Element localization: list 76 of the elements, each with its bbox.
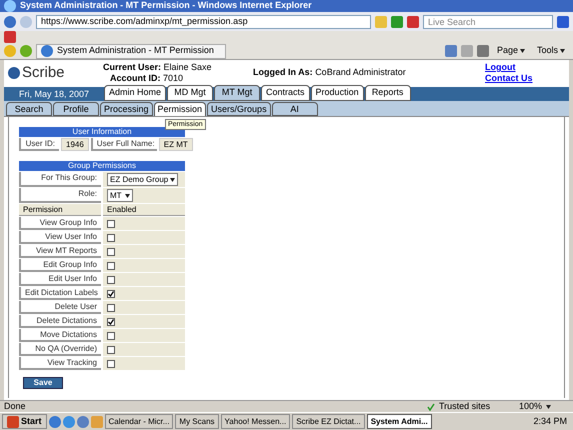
sub-tab[interactable]: AI: [272, 102, 318, 116]
caret-icon: [560, 49, 565, 53]
logo-text: Scribe: [22, 63, 65, 83]
field-label: User ID:: [19, 138, 59, 151]
logged-in-text: Logged In As: CoBrand Administrator: [253, 66, 407, 79]
account-id-text: Account ID: 7010: [109, 73, 184, 84]
checkbox[interactable]: [107, 290, 115, 298]
checkbox[interactable]: [107, 332, 115, 340]
column-header: Permission: [19, 204, 101, 216]
field-label: User Full Name:: [90, 138, 157, 151]
command-menu[interactable]: Page: [492, 44, 529, 58]
browser-tab[interactable]: System Administration - MT Permission: [36, 44, 226, 58]
caret-icon: [520, 49, 525, 53]
header-link[interactable]: Contact Us: [485, 73, 533, 84]
section-header: Group Permissions: [19, 161, 185, 171]
column-header: Enabled: [103, 204, 185, 216]
checkbox[interactable]: [107, 276, 115, 284]
user-name-value: EZ MT: [158, 138, 193, 151]
date-text: Fri, May 18, 2007: [18, 88, 90, 100]
main-tab[interactable]: Contracts: [261, 85, 310, 101]
field-label: Edit Group Info: [19, 259, 101, 272]
main-tab[interactable]: MD Mgt: [167, 85, 214, 101]
start-button[interactable]: Start: [2, 414, 47, 429]
current-user-text: Current User: Elaine Saxe: [103, 62, 213, 73]
sub-tab[interactable]: Profile: [53, 102, 99, 116]
sub-tab[interactable]: Permission: [154, 102, 206, 116]
checkbox[interactable]: [107, 304, 115, 312]
field-label: No QA (Override): [19, 343, 101, 356]
checkbox[interactable]: [107, 220, 115, 228]
status-text: Done: [4, 400, 27, 413]
dropdown-arrow-icon: [170, 178, 176, 182]
field-label: For This Group:: [19, 172, 101, 187]
save-button[interactable]: Save: [23, 377, 63, 389]
field-label: Delete User: [19, 301, 101, 314]
taskbar-button[interactable]: Yahoo! Messen...: [220, 414, 290, 429]
taskbar-button[interactable]: Scribe EZ Dictat...: [292, 414, 365, 429]
sub-tab[interactable]: Users/Groups: [207, 102, 271, 116]
field-label: View Group Info: [19, 217, 101, 230]
field-label: View MT Reports: [19, 245, 101, 258]
command-menu[interactable]: Tools: [532, 44, 569, 58]
field-label: Edit User Info: [19, 273, 101, 286]
taskbar-button[interactable]: Calendar - Micr...: [104, 414, 174, 429]
user-id-value: 1946: [61, 138, 89, 151]
zone-text: Trusted sites: [439, 400, 492, 413]
group-select[interactable]: EZ Demo Group: [107, 173, 178, 186]
caret-icon: [546, 404, 552, 408]
main-tab[interactable]: Reports: [364, 85, 411, 101]
main-tab[interactable]: Admin Home: [104, 85, 166, 101]
role-select[interactable]: MT: [107, 189, 133, 202]
sub-tab[interactable]: Processing: [100, 102, 153, 116]
clock-text: 2:34 PM: [532, 414, 568, 428]
field-label: View Tracking: [19, 357, 101, 370]
window-title: System Administration - MT Permission - Windows Internet Explorer: [0, 0, 573, 12]
check-icon: [427, 402, 435, 410]
dropdown-arrow-icon: [125, 194, 130, 198]
header-link[interactable]: Logout: [485, 62, 533, 73]
main-tab[interactable]: Production: [310, 85, 364, 101]
taskbar-button[interactable]: My Scans: [175, 414, 219, 429]
field-label: Role:: [19, 188, 101, 203]
checkbox[interactable]: [107, 262, 115, 270]
field-label: View User Info: [19, 231, 101, 244]
main-tab[interactable]: MT Mgt: [214, 85, 260, 101]
checkbox[interactable]: [107, 318, 115, 326]
section-header: User Information: [19, 127, 185, 137]
address-field[interactable]: https://www.scribe.com/adminxp/mt_permission.asp: [36, 14, 371, 28]
field-label: Edit Dictation Labels: [19, 287, 101, 300]
field-label: Move Dictations: [19, 329, 101, 342]
field-label: Delete Dictations: [19, 315, 101, 328]
checkbox[interactable]: [107, 248, 115, 256]
checkbox[interactable]: [107, 234, 115, 242]
sub-tab[interactable]: Search: [6, 102, 52, 116]
taskbar-button[interactable]: System Admi...: [366, 414, 432, 429]
checkbox[interactable]: [107, 360, 115, 368]
zoom-control[interactable]: 100%: [519, 400, 569, 414]
checkbox[interactable]: [107, 346, 115, 354]
search-field[interactable]: Live Search: [423, 14, 553, 28]
